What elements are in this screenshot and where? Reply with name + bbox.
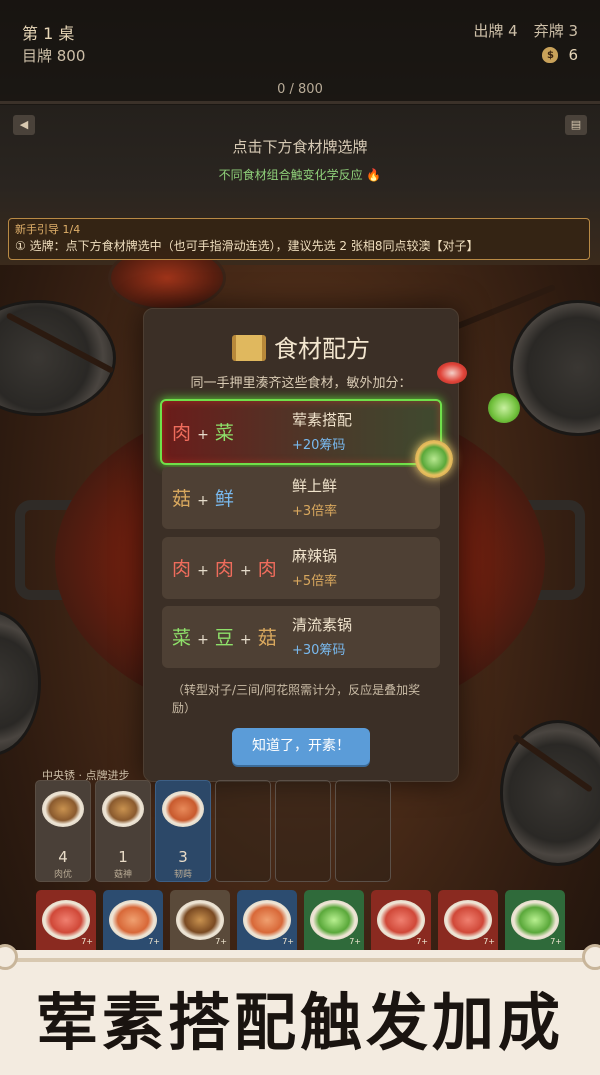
score-progress (0, 101, 600, 104)
shrimp-dish-icon (109, 900, 157, 940)
confirm-button[interactable]: 知道了，开素！ (232, 728, 370, 765)
lettuce-dish-icon (511, 900, 559, 940)
money-value: 6 (568, 46, 578, 64)
lettuce-coin-icon (415, 440, 453, 478)
modal-note: （转型对子/三间/阿花照需计分，反应是叠加奖励） (172, 683, 421, 715)
banner-border (0, 958, 600, 962)
scroll-icon (232, 335, 266, 361)
guide-title: 新手引导 1/4 (15, 223, 81, 236)
recipe-bonus: +30筹码 (292, 643, 346, 658)
reaction-hint: 不同食材组合触变化学反应 🔥 (218, 168, 382, 182)
recipe-bonus: +3倍率 (292, 504, 338, 519)
card-count: 3 (178, 848, 188, 866)
played-card[interactable]: 3 韧蒔 (155, 780, 211, 882)
card-count: 1 (118, 848, 128, 866)
recipe-combo: 肉 + 肉 + 肉 (172, 558, 277, 580)
modal-title: 食材配方 (144, 329, 458, 364)
table-label: 第 1 桌 (22, 24, 75, 43)
played-card[interactable]: 1 菇神 (95, 780, 151, 882)
discards-count: 弃牌 3 (533, 22, 578, 40)
dish-icon (162, 791, 204, 827)
side-plate-bottom-right (500, 720, 600, 866)
counts: 出牌 4 弃牌 3 (473, 20, 578, 41)
hand-card-seafood[interactable]: 7+ (237, 890, 297, 950)
recipe-combo: 菇 + 鲜 (172, 488, 234, 510)
lettuce-dish-icon (310, 900, 358, 940)
empty-slot[interactable] (275, 780, 331, 882)
hand-card-mushroom[interactable]: 7+ (170, 890, 230, 950)
recipe-bonus: +5倍率 (292, 574, 338, 589)
shrimp-dish-icon (243, 900, 291, 940)
empty-slot[interactable] (335, 780, 391, 882)
dish-icon (102, 791, 144, 827)
hand-card-meat[interactable]: 7+ (371, 890, 431, 950)
meat-dish-icon (42, 900, 90, 940)
banner-text: 荤素搭配触发加成 (35, 986, 564, 1059)
recipe-item: 菜 + 豆 + 菇 清流素锅 +30筹码 (162, 606, 440, 668)
side-plate-right (510, 300, 600, 436)
score-text: 0 / 800 (277, 82, 323, 97)
card-name: 韧蒔 (173, 870, 192, 880)
played-card[interactable]: 4 肉优 (35, 780, 91, 882)
hand-card-seafood[interactable]: 7+ (103, 890, 163, 950)
mushroom-dish-icon (176, 900, 224, 940)
recipe-modal: 食材配方 同一手押里湊齐这些食材，敏外加分： 肉 + 菜 荤素搭配 +20筹码 … (143, 308, 459, 782)
banner-curl-right (582, 944, 600, 970)
lettuce-icon (488, 393, 520, 423)
recipe-item: 肉 + 肉 + 肉 麻辣锅 +5倍率 (162, 537, 440, 599)
target-label: 目牌 800 (22, 47, 86, 65)
recipe-bonus: +20筹码 (292, 438, 346, 453)
plays-count: 出牌 4 (473, 22, 518, 40)
money-bag-icon: $ (542, 47, 559, 63)
select-hint: 点击下方食材牌选牌 (232, 138, 368, 156)
tutorial-guide: 新手引导 1/4 ① 选牌：点下方食材牌选中（也可手指滑动连选），建议先选 2 … (8, 218, 590, 260)
card-name: 菇神 (113, 870, 132, 880)
promo-banner: 荤素搭配触发加成 (0, 944, 600, 1075)
meat-dish-icon (377, 900, 425, 940)
recipe-item: 肉 + 菜 荤素搭配 +20筹码 (160, 399, 442, 465)
status-bar: 第 1 桌 目牌 800 出牌 4 弃牌 3 $ 6 0 / 800 (0, 0, 600, 105)
hand-card-vegetable[interactable]: 7+ (505, 890, 565, 950)
meat-icon (437, 362, 467, 384)
card-name: 肉优 (53, 870, 72, 880)
recipe-name: 荤素搭配 (292, 411, 353, 429)
guide-text: ① 选牌：点下方食材牌选中（也可手指滑动连选），建议先选 2 张相8同点较澳【对… (15, 239, 479, 253)
money-display: $ 6 (542, 46, 578, 64)
dish-icon (42, 791, 84, 827)
card-count: 4 (58, 848, 68, 866)
recipe-name: 清流素锅 (292, 616, 353, 634)
empty-slot[interactable] (215, 780, 271, 882)
side-plate-bottom-left (0, 610, 41, 756)
hand-card-meat[interactable]: 7+ (36, 890, 96, 950)
recipe-item: 菇 + 鲜 鲜上鲜 +3倍率 (162, 467, 440, 529)
recipe-combo: 肉 + 菜 (172, 422, 234, 444)
recipe-name: 麻辣锅 (292, 547, 338, 565)
menu-button[interactable]: ▤ (565, 115, 587, 135)
recipe-combo: 菜 + 豆 + 菇 (172, 627, 277, 649)
modal-subtitle: 同一手押里湊齐这些食材，敏外加分： (190, 376, 412, 391)
recipe-name: 鲜上鲜 (292, 477, 338, 495)
meat-dish-icon (444, 900, 492, 940)
hand-card-vegetable[interactable]: 7+ (304, 890, 364, 950)
hand-card-meat[interactable]: 7+ (438, 890, 498, 950)
back-button[interactable]: ◀ (13, 115, 35, 135)
